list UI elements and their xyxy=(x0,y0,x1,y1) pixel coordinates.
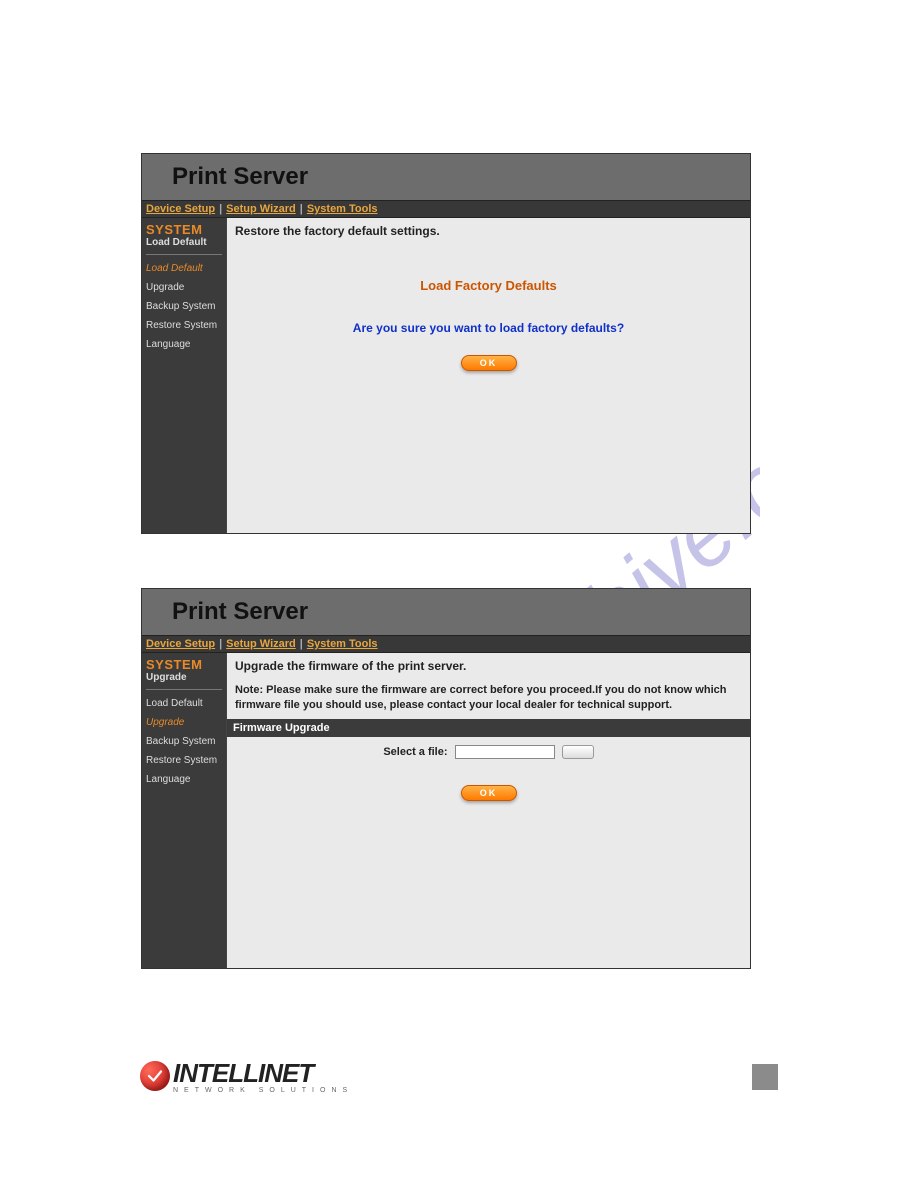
brand-logo: INTELLINET NETWORK SOLUTIONS xyxy=(140,1058,353,1094)
sidebar-item-load-default[interactable]: Load Default xyxy=(146,263,222,274)
section-title: Load Factory Defaults xyxy=(227,278,750,293)
sidebar-item-restore-system[interactable]: Restore System xyxy=(146,755,222,766)
titlebar: Print Server xyxy=(142,589,750,635)
sidebar-subheading: Upgrade xyxy=(146,672,222,683)
sidebar-item-upgrade[interactable]: Upgrade xyxy=(146,282,222,293)
panel-load-default: Print Server Device Setup | Setup Wizard… xyxy=(141,153,751,534)
page-marker xyxy=(752,1064,778,1090)
content-header: Restore the factory default settings. xyxy=(227,218,750,244)
nav-setup-wizard[interactable]: Setup Wizard xyxy=(226,203,296,215)
content-area: Restore the factory default settings. Lo… xyxy=(226,218,750,533)
nav-sep: | xyxy=(300,203,303,215)
nav-sep: | xyxy=(219,638,222,650)
nav-setup-wizard[interactable]: Setup Wizard xyxy=(226,638,296,650)
ok-button[interactable]: OK xyxy=(461,785,517,801)
sidebar: SYSTEM Load Default Load Default Upgrade… xyxy=(142,218,226,533)
sidebar-item-backup-system[interactable]: Backup System xyxy=(146,736,222,747)
nav-system-tools[interactable]: System Tools xyxy=(307,638,378,650)
sidebar-subheading: Load Default xyxy=(146,237,222,248)
top-nav: Device Setup | Setup Wizard | System Too… xyxy=(142,200,750,218)
browse-button[interactable] xyxy=(562,745,594,759)
sidebar-item-language[interactable]: Language xyxy=(146,774,222,785)
app-title: Print Server xyxy=(172,598,308,626)
file-select-label: Select a file: xyxy=(383,746,447,758)
sidebar-heading: SYSTEM xyxy=(146,657,222,672)
sidebar-divider xyxy=(146,689,222,690)
file-path-input[interactable] xyxy=(455,745,555,759)
sidebar-divider xyxy=(146,254,222,255)
content-header: Upgrade the firmware of the print server… xyxy=(227,653,750,679)
top-nav: Device Setup | Setup Wizard | System Too… xyxy=(142,635,750,653)
sidebar-item-load-default[interactable]: Load Default xyxy=(146,698,222,709)
panel-upgrade: Print Server Device Setup | Setup Wizard… xyxy=(141,588,751,969)
titlebar: Print Server xyxy=(142,154,750,200)
nav-device-setup[interactable]: Device Setup xyxy=(146,203,215,215)
nav-device-setup[interactable]: Device Setup xyxy=(146,638,215,650)
file-select-row: Select a file: xyxy=(227,745,750,759)
sidebar-heading: SYSTEM xyxy=(146,222,222,237)
nav-system-tools[interactable]: System Tools xyxy=(307,203,378,215)
brand-name: INTELLINET xyxy=(173,1058,353,1089)
sidebar-item-language[interactable]: Language xyxy=(146,339,222,350)
app-title: Print Server xyxy=(172,163,308,191)
content-area: Upgrade the firmware of the print server… xyxy=(226,653,750,968)
section-strip: Firmware Upgrade xyxy=(227,719,750,737)
content-note: Note: Please make sure the firmware are … xyxy=(227,679,750,719)
sidebar-item-upgrade[interactable]: Upgrade xyxy=(146,717,222,728)
brand-tagline: NETWORK SOLUTIONS xyxy=(173,1087,353,1094)
checkmark-icon xyxy=(140,1061,170,1091)
sidebar: SYSTEM Upgrade Load Default Upgrade Back… xyxy=(142,653,226,968)
nav-sep: | xyxy=(300,638,303,650)
sidebar-item-backup-system[interactable]: Backup System xyxy=(146,301,222,312)
ok-button[interactable]: OK xyxy=(461,355,517,371)
nav-sep: | xyxy=(219,203,222,215)
confirm-text: Are you sure you want to load factory de… xyxy=(227,321,750,335)
sidebar-item-restore-system[interactable]: Restore System xyxy=(146,320,222,331)
